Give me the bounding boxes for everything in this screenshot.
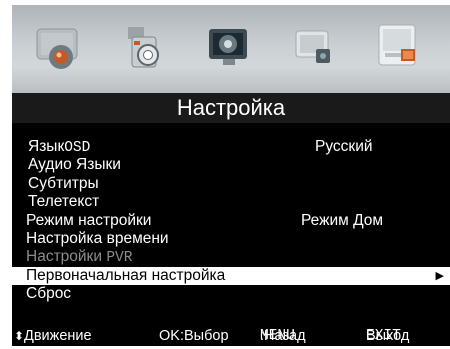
picture-menu-tile[interactable]	[31, 19, 91, 79]
channel-menu-tile[interactable]	[201, 19, 261, 79]
menu-item-label: Аудио Языки	[28, 156, 121, 174]
submenu-arrow-icon: ▶	[435, 269, 444, 282]
menu-item-value: Режим Дом	[301, 211, 384, 229]
feature-menu-tile[interactable]	[286, 19, 346, 79]
page-title: Настройка	[12, 93, 450, 123]
sound-icon	[127, 27, 159, 68]
osd-window: Настройка ЯзыкOSD Русский Аудио Языки Су…	[12, 5, 450, 346]
menu-item-audio-languages[interactable]: Аудио Языки	[12, 156, 450, 174]
menu-item-setup-mode[interactable]: Режим настройки Режим Дом	[12, 212, 450, 230]
menu-item-osd-language[interactable]: ЯзыкOSD Русский	[12, 138, 450, 156]
menu-item-label: Режим настройки	[26, 211, 152, 229]
menu-item-label: ЯзыкOSD	[28, 138, 91, 156]
sound-menu-tile[interactable]	[116, 19, 176, 79]
menu-item-label: Настройки PVR	[26, 248, 133, 267]
hint-ok-select: OK:Выбор	[159, 328, 229, 344]
menu-icon-bar	[12, 5, 450, 93]
menu-item-label: Сброс	[26, 285, 72, 303]
menu-item-label: Субтитры	[28, 174, 99, 192]
picture-icon	[36, 28, 78, 69]
up-down-arrows-icon: ⬍	[14, 329, 25, 343]
feature-icon	[295, 30, 331, 63]
menu-item-first-time-setup[interactable]: Первоначальная настройка ▶	[12, 266, 450, 286]
settings-menu: ЯзыкOSD Русский Аудио Языки Субтитры Тел…	[12, 138, 450, 304]
menu-item-teletext[interactable]: Телетекст	[12, 193, 450, 211]
menu-item-value: Русский	[315, 138, 373, 155]
menu-item-reset[interactable]: Сброс	[12, 285, 450, 303]
menu-item-label: Телетекст	[28, 193, 100, 211]
menu-item-label: Первоначальная настройка	[26, 266, 226, 284]
setup-icon	[378, 24, 416, 66]
menu-item-label: Настройка времени	[26, 229, 169, 247]
menu-item-pvr-settings: Настройки PVR	[12, 248, 450, 266]
setup-menu-tile[interactable]	[371, 19, 431, 79]
menu-item-subtitles[interactable]: Субтитры	[12, 175, 450, 193]
key-hint-bar: ⬍ Движение OK:Выбор MENU:Назад EXIT Выход	[14, 328, 410, 344]
channel-icon	[208, 29, 247, 65]
menu-item-time-setup[interactable]: Настройка времени	[12, 230, 450, 248]
hint-move: Движение	[24, 328, 92, 344]
